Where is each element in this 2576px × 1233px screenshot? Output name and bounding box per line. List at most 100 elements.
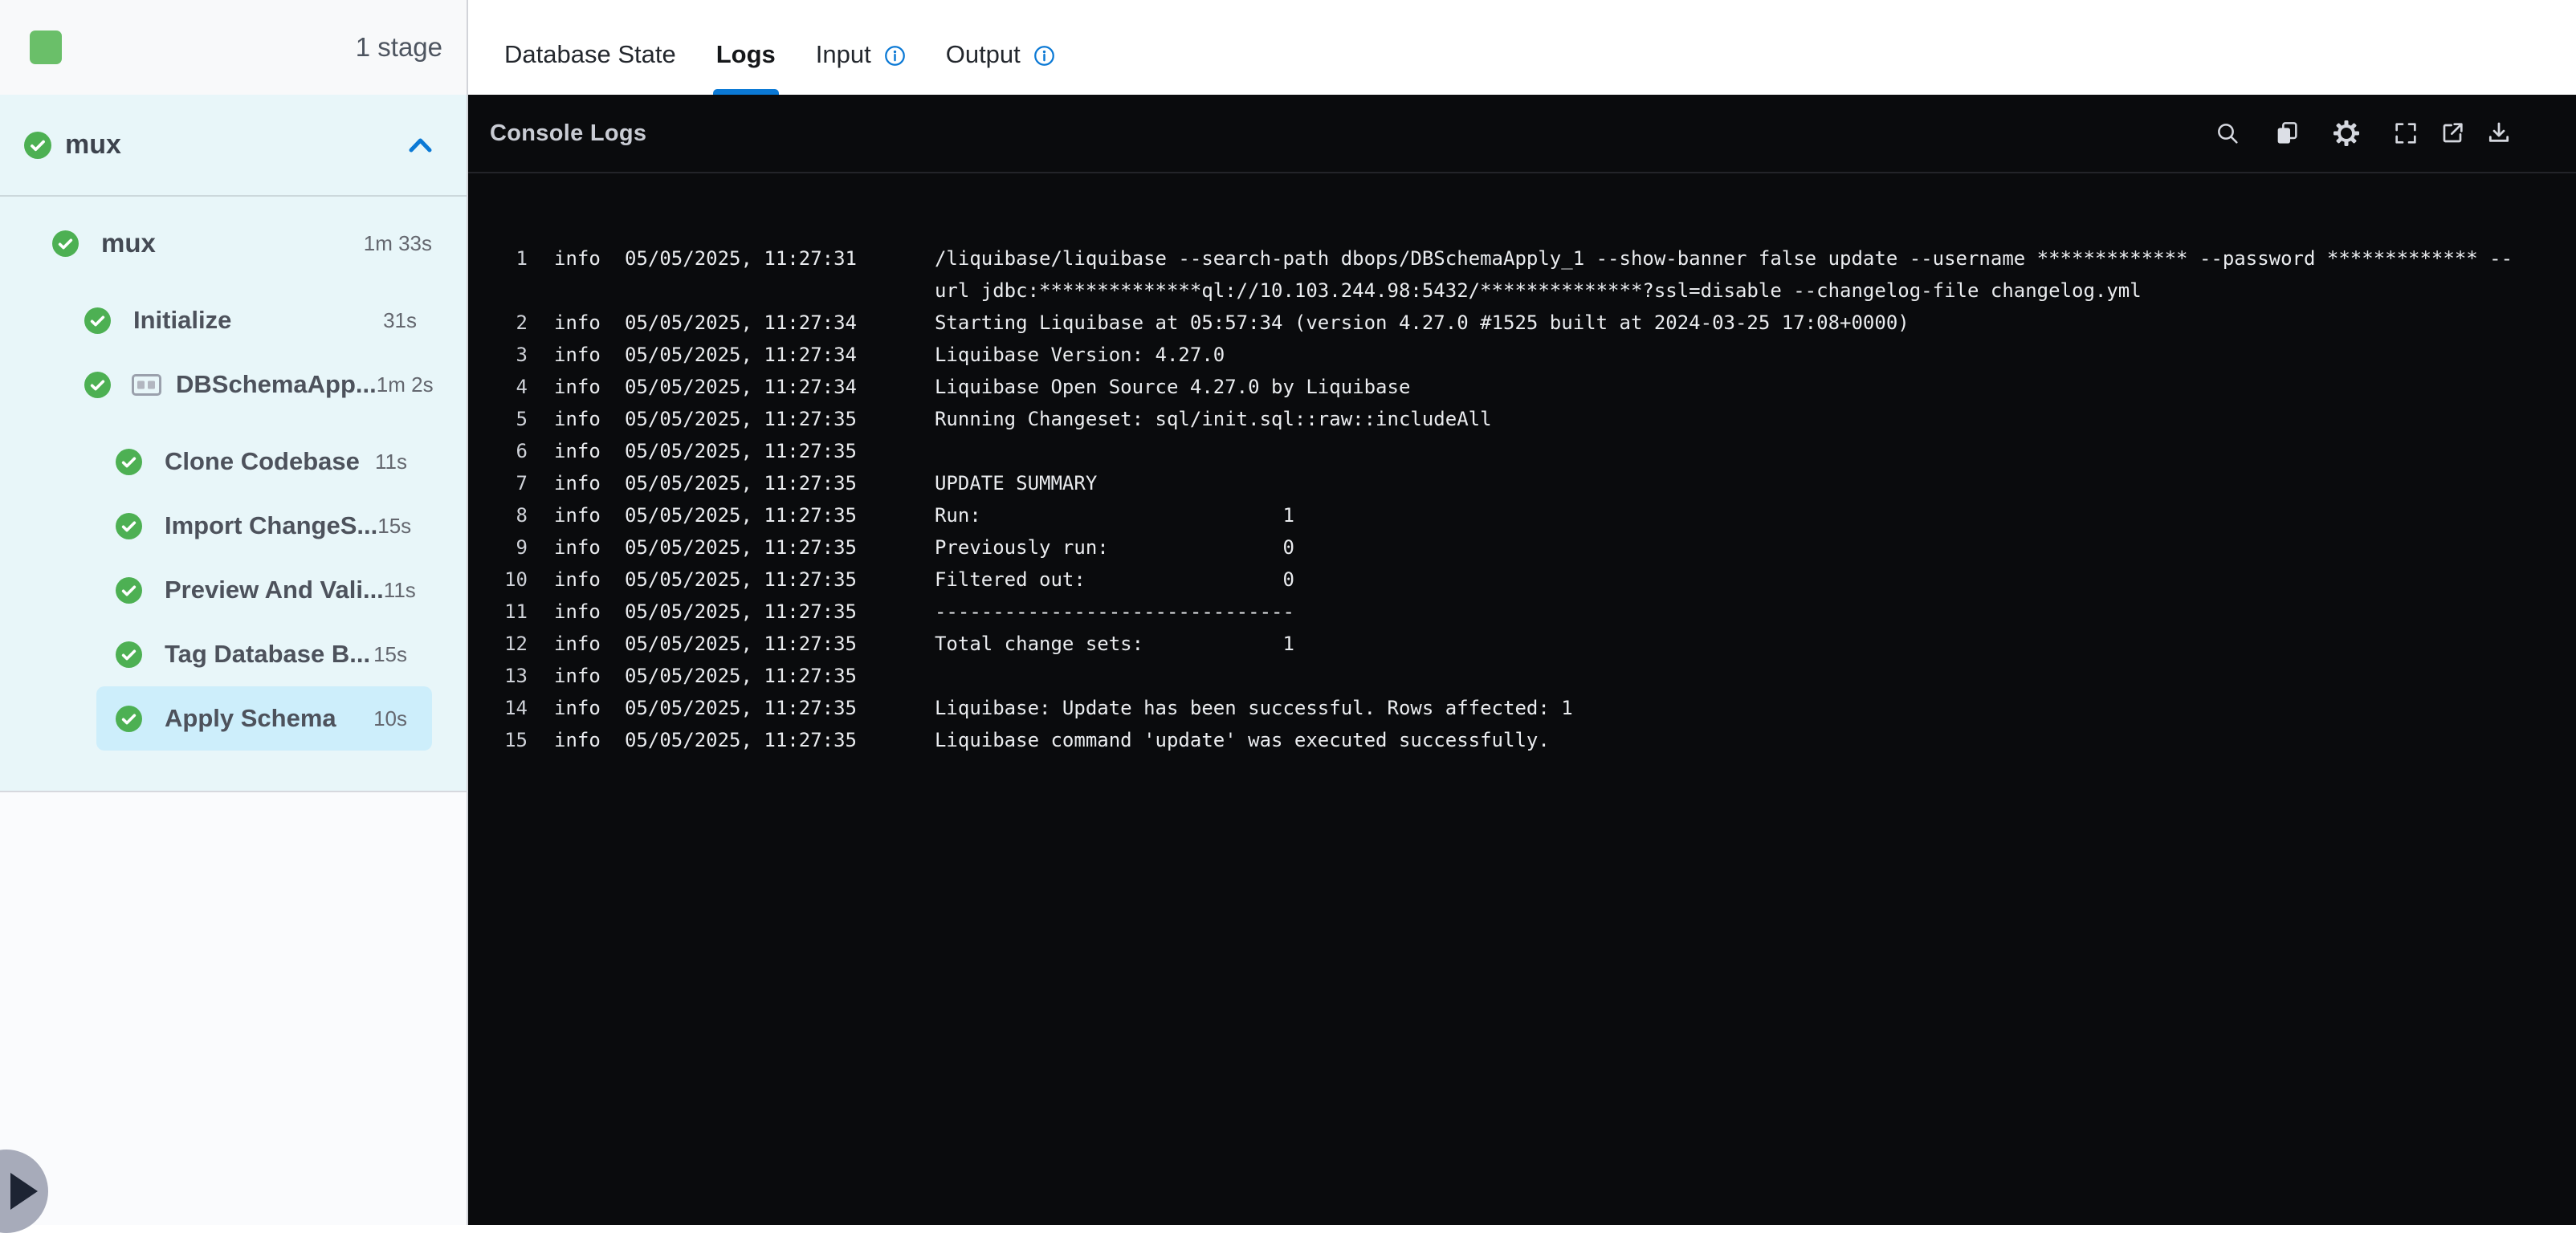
copy-icon[interactable] xyxy=(2273,120,2301,147)
console-title: Console Logs xyxy=(490,120,647,146)
log-timestamp: 05/05/2025, 11:27:35 xyxy=(625,633,857,655)
success-check-icon xyxy=(84,371,111,398)
log-level: info xyxy=(554,697,601,719)
step-label: Apply Schema xyxy=(165,704,336,732)
log-message: Filtered out: 0 xyxy=(935,564,1294,596)
log-timestamp: 05/05/2025, 11:27:35 xyxy=(625,568,857,591)
log-line-number: 13 xyxy=(504,665,528,687)
settings-icon[interactable] xyxy=(2333,120,2360,147)
tab-label: Output xyxy=(945,40,1021,68)
log-row: 15 info 05/05/2025, 11:27:35 Liquibase c… xyxy=(468,724,2576,756)
log-level: info xyxy=(554,376,601,398)
log-row: 6 info 05/05/2025, 11:27:35 xyxy=(468,435,2576,467)
log-message-line: Liquibase command 'update' was executed … xyxy=(934,729,1550,751)
log-line-number: 4 xyxy=(516,376,528,398)
log-line-number: 6 xyxy=(516,440,528,462)
step-duration: 11s xyxy=(375,449,407,474)
step-duration: 11s xyxy=(383,577,416,602)
log-line-number: 3 xyxy=(516,344,528,366)
tab-label: Logs xyxy=(715,40,776,68)
step-row[interactable]: Initialize 31s xyxy=(65,288,432,352)
log-row: 2 info 05/05/2025, 11:27:34 Starting Liq… xyxy=(468,307,2576,339)
log-message-line: Running Changeset: sql/init.sql::raw::in… xyxy=(934,408,1492,430)
log-line-number: 14 xyxy=(504,697,528,719)
log-row: 14 info 05/05/2025, 11:27:35 Liquibase: … xyxy=(468,692,2576,724)
step-duration: 31s xyxy=(383,307,417,332)
step-duration: 15s xyxy=(373,641,407,666)
log-row: 8 info 05/05/2025, 11:27:35 Run: 1 xyxy=(468,499,2576,531)
tab[interactable]: Database State xyxy=(504,0,676,95)
log-timestamp: 05/05/2025, 11:27:35 xyxy=(625,440,857,462)
step-label: Initialize xyxy=(133,306,232,334)
step-tree: mux 1m 33s Initialize 31s DBSchemaApp...… xyxy=(0,197,467,751)
step-row[interactable]: mux 1m 33s xyxy=(33,211,432,275)
log-timestamp: 05/05/2025, 11:27:35 xyxy=(625,472,857,494)
info-icon[interactable] xyxy=(1033,45,1055,67)
success-check-icon xyxy=(52,230,79,257)
step-label: DBSchemaApp... xyxy=(176,370,377,398)
log-message-line: Liquibase: Update has been successful. R… xyxy=(934,697,1573,719)
log-line-number: 5 xyxy=(516,408,528,430)
pipeline-name: mux xyxy=(65,129,121,160)
tab-bar: Database State Logs Input Output xyxy=(468,0,2576,95)
execution-sidebar: mux mux 1m 33s Initialize 31s DBSchemaAp… xyxy=(0,95,468,791)
download-icon[interactable] xyxy=(2485,120,2513,147)
log-line-number: 1 xyxy=(516,247,528,270)
log-message: Starting Liquibase at 05:57:34 (version … xyxy=(935,307,1910,339)
log-row: 5 info 05/05/2025, 11:27:35 Running Chan… xyxy=(468,403,2576,435)
fullscreen-icon[interactable] xyxy=(2392,120,2419,147)
chevron-up-icon[interactable] xyxy=(408,136,433,154)
log-level: info xyxy=(554,311,601,334)
log-row: 7 info 05/05/2025, 11:27:35 UPDATE SUMMA… xyxy=(468,467,2576,499)
log-row: 9 info 05/05/2025, 11:27:35 Previously r… xyxy=(468,531,2576,564)
log-message: Run: 1 xyxy=(935,499,1294,531)
log-row: 13 info 05/05/2025, 11:27:35 xyxy=(468,660,2576,692)
log-message: Liquibase command 'update' was executed … xyxy=(935,724,1550,756)
log-level: info xyxy=(554,633,601,655)
log-level: info xyxy=(554,247,601,270)
success-check-icon xyxy=(116,512,142,539)
log-area: 1 info 05/05/2025, 11:27:31 /liquibase/l… xyxy=(468,173,2576,756)
console-toolbar xyxy=(2214,120,2513,147)
info-icon[interactable] xyxy=(884,45,906,67)
tab[interactable]: Output xyxy=(946,0,1055,95)
log-line-number: 10 xyxy=(504,568,528,591)
log-message-line: ------------------------------- xyxy=(934,600,1294,623)
tab-label: Input xyxy=(815,40,871,68)
success-check-icon xyxy=(116,641,142,668)
log-level: info xyxy=(554,536,601,559)
log-level: info xyxy=(554,600,601,623)
log-row: 4 info 05/05/2025, 11:27:34 Liquibase Op… xyxy=(468,371,2576,403)
pipeline-header-row[interactable]: mux xyxy=(0,95,467,197)
step-group-icon xyxy=(132,373,161,396)
log-message: Liquibase Version: 4.27.0 xyxy=(935,339,1225,371)
open-in-new-icon[interactable] xyxy=(2439,120,2466,147)
step-row[interactable]: Apply Schema 10s xyxy=(96,686,432,751)
log-timestamp: 05/05/2025, 11:27:35 xyxy=(625,665,857,687)
step-label: Clone Codebase xyxy=(165,447,360,475)
step-duration: 10s xyxy=(373,706,407,730)
tab[interactable]: Logs xyxy=(712,0,779,95)
log-level: info xyxy=(554,344,601,366)
step-row[interactable]: Tag Database B... 15s xyxy=(96,622,432,686)
success-check-icon xyxy=(84,307,111,334)
log-message-line: Total change sets: 1 xyxy=(934,633,1294,655)
log-level: info xyxy=(554,568,601,591)
step-row[interactable]: Preview And Vali... 11s xyxy=(96,558,432,622)
log-message: Liquibase: Update has been successful. R… xyxy=(935,692,1573,724)
log-timestamp: 05/05/2025, 11:27:35 xyxy=(625,408,857,430)
log-level: info xyxy=(554,408,601,430)
step-row[interactable]: Import ChangeS... 15s xyxy=(96,494,432,558)
log-message-line: Previously run: 0 xyxy=(934,536,1294,559)
log-line-number: 8 xyxy=(516,504,528,527)
step-row[interactable]: DBSchemaApp... 1m 2s xyxy=(65,352,434,417)
log-message-line: UPDATE SUMMARY xyxy=(934,472,1098,494)
log-timestamp: 05/05/2025, 11:27:35 xyxy=(625,536,857,559)
stage-status-square-icon xyxy=(30,31,62,64)
step-duration: 15s xyxy=(377,513,412,538)
tab[interactable]: Input xyxy=(816,0,906,95)
step-row[interactable]: Clone Codebase 11s xyxy=(96,429,432,494)
log-line-number: 11 xyxy=(504,600,528,623)
log-message-line: Liquibase Version: 4.27.0 xyxy=(934,344,1225,366)
search-icon[interactable] xyxy=(2214,120,2241,147)
